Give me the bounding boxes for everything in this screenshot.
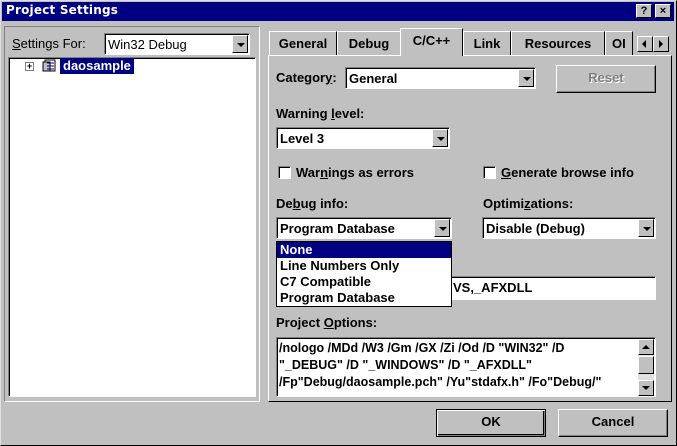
chevron-down-icon[interactable]: [432, 129, 448, 147]
tab-overflow[interactable]: OI: [605, 31, 633, 55]
chevron-down-icon[interactable]: [434, 219, 450, 237]
close-button[interactable]: ×: [655, 4, 671, 18]
warning-level-combo[interactable]: Level 3: [276, 127, 450, 149]
dropdown-option-line-numbers-only[interactable]: Line Numbers Only: [277, 258, 451, 274]
chevron-down-icon[interactable]: [638, 219, 654, 237]
project-icon: [42, 59, 58, 73]
scroll-down-icon[interactable]: [638, 380, 654, 396]
warning-level-value: Level 3: [280, 131, 325, 146]
dropdown-option-c7-compatible[interactable]: C7 Compatible: [277, 274, 451, 290]
scroll-up-icon[interactable]: [638, 339, 654, 355]
debug-info-combo[interactable]: Program Database: [276, 217, 452, 239]
chevron-down-icon[interactable]: [232, 35, 248, 53]
tab-debug[interactable]: Debug: [337, 31, 401, 55]
project-options-scrollbar[interactable]: [638, 339, 654, 396]
optimizations-label: Optimizations:: [483, 196, 574, 211]
warnings-as-errors-label: Warnings as errors: [296, 165, 415, 180]
category-label: Category:: [276, 70, 337, 85]
generate-browse-info-label: Generate browse info: [501, 165, 634, 180]
optimizations-value: Disable (Debug): [486, 221, 585, 236]
category-value: General: [349, 71, 398, 86]
optimizations-combo[interactable]: Disable (Debug): [482, 217, 656, 239]
dropdown-option-program-database[interactable]: Program Database: [277, 290, 451, 306]
tab-scroll-right-icon[interactable]: [653, 36, 669, 52]
project-options-text: /nologo /MDd /W3 /Gm /GX /Zi /Od /D "WIN…: [279, 340, 635, 391]
category-combo[interactable]: General: [345, 67, 536, 89]
project-options-line: /nologo /MDd /W3 /Gm /GX /Zi /Od /D "WIN…: [279, 341, 565, 355]
window-title: Project Settings: [6, 3, 119, 17]
settings-for-combo[interactable]: Win32 Debug: [104, 33, 250, 55]
tab-scroll-left-icon[interactable]: [637, 36, 653, 52]
tab-c-cpp[interactable]: C/C++: [400, 28, 463, 56]
debug-info-dropdown-list[interactable]: None Line Numbers Only C7 Compatible Pro…: [276, 241, 452, 307]
ok-button[interactable]: OK: [436, 409, 546, 437]
project-tree[interactable]: [8, 57, 256, 397]
project-options-label: Project Options:: [276, 315, 378, 330]
project-options-textarea[interactable]: /nologo /MDd /W3 /Gm /GX /Zi /Od /D "WIN…: [276, 337, 656, 397]
tree-item-daosample[interactable]: daosample: [60, 58, 134, 74]
preprocessor-definitions-value: VS,_AFXDLL: [453, 280, 533, 295]
debug-info-label: Debug info:: [276, 196, 349, 211]
cancel-button[interactable]: Cancel: [558, 409, 668, 437]
warning-level-label: Warning level:: [276, 106, 365, 121]
tab-general[interactable]: General: [269, 31, 337, 55]
tab-resources[interactable]: Resources: [511, 31, 605, 55]
debug-info-value: Program Database: [280, 221, 395, 236]
scroll-thumb[interactable]: [638, 356, 654, 374]
tab-link[interactable]: Link: [463, 31, 511, 55]
help-button[interactable]: ?: [636, 4, 652, 18]
settings-for-label: Settings For:: [12, 36, 86, 51]
reset-button[interactable]: Reset: [556, 65, 656, 93]
project-options-line: /Fp"Debug/daosample.pch" /Yu"stdafx.h" /…: [279, 375, 602, 389]
project-options-line: "_DEBUG" /D "_WINDOWS" /D "_AFXDLL": [279, 358, 532, 372]
generate-browse-info-checkbox[interactable]: [483, 166, 496, 179]
chevron-down-icon[interactable]: [518, 69, 534, 87]
warnings-as-errors-checkbox[interactable]: [278, 166, 291, 179]
expand-icon[interactable]: +: [25, 62, 34, 71]
dropdown-option-none[interactable]: None: [277, 242, 451, 258]
settings-for-value: Win32 Debug: [108, 37, 187, 52]
